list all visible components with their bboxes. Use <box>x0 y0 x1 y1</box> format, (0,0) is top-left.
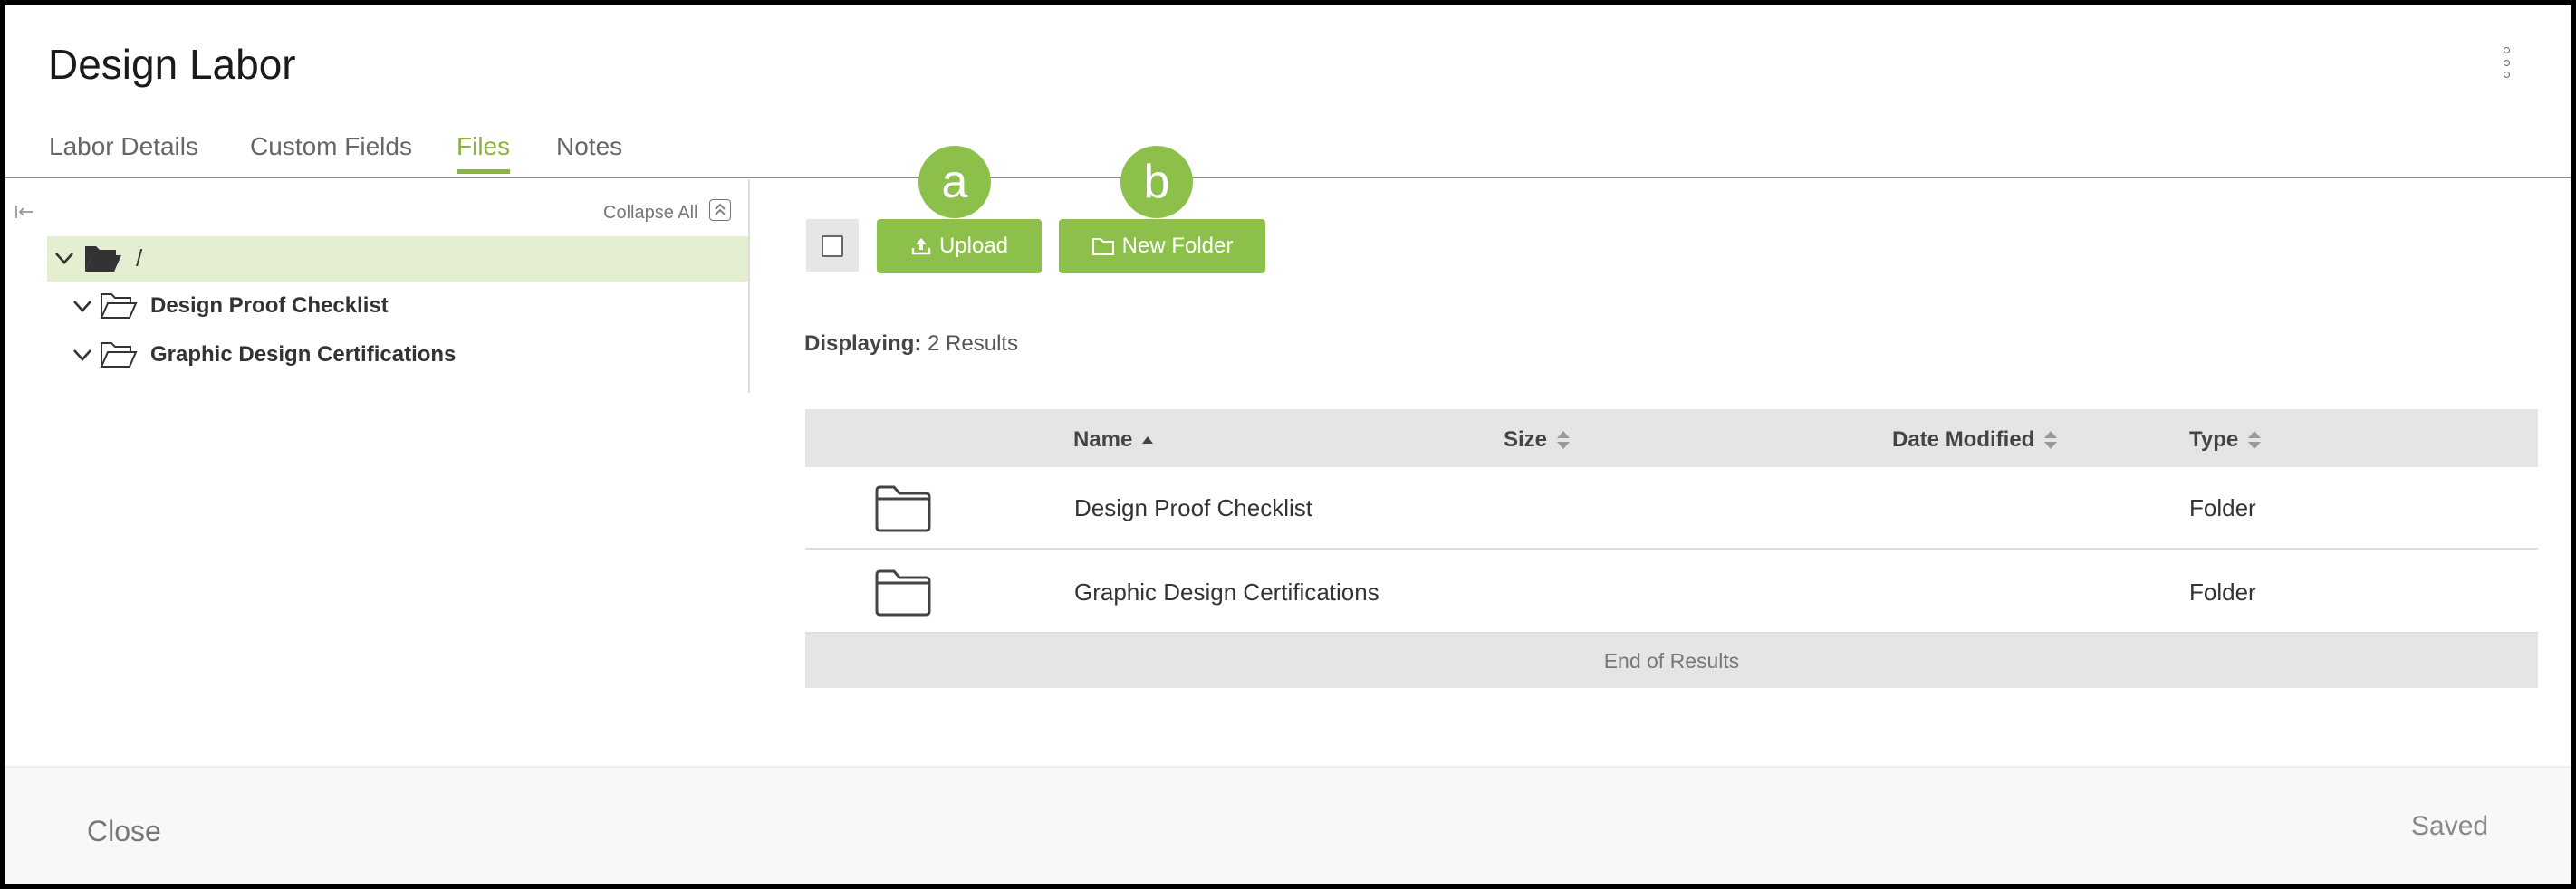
folder-icon <box>875 485 931 532</box>
column-header-name[interactable]: Name <box>1073 427 1154 453</box>
table-row[interactable]: Design Proof Checklist Folder <box>805 467 2538 550</box>
collapse-all-icon[interactable] <box>709 199 731 221</box>
folder-icon <box>875 569 931 617</box>
sort-icon <box>2248 431 2262 449</box>
file-type: Folder <box>2189 494 2256 521</box>
dialog: Design Labor Labor Details Custom Fields… <box>5 5 2571 884</box>
kebab-menu-icon[interactable] <box>2500 47 2513 78</box>
column-header-label: Type <box>2189 427 2239 452</box>
tree-item-graphic-design-certifications[interactable]: Graphic Design Certifications <box>71 339 456 370</box>
tree-item-root[interactable]: / <box>53 243 142 273</box>
chevron-down-icon[interactable] <box>71 294 94 318</box>
tab-notes[interactable]: Notes <box>556 132 622 170</box>
upload-icon <box>911 238 931 255</box>
tree-item-label: Design Proof Checklist <box>150 293 389 318</box>
chevron-down-icon[interactable] <box>53 246 76 270</box>
tab-custom-fields[interactable]: Custom Fields <box>250 132 412 170</box>
footer: Close Saved <box>5 768 2571 884</box>
column-header-date-modified[interactable]: Date Modified <box>1892 427 2058 453</box>
callout-badge-a: a <box>918 146 991 218</box>
column-header-label: Date Modified <box>1892 427 2035 452</box>
collapse-all-label[interactable]: Collapse All <box>603 203 698 224</box>
column-header-type[interactable]: Type <box>2189 427 2262 453</box>
column-header-size[interactable]: Size <box>1504 427 1571 453</box>
upload-button-label: Upload <box>938 234 1009 258</box>
tab-files-label: Files <box>457 132 511 160</box>
new-folder-button[interactable]: New Folder <box>1059 219 1265 273</box>
results-count-label: Displaying: <box>804 331 922 356</box>
sort-ascending-icon <box>1142 436 1154 444</box>
folder-open-icon <box>100 293 138 319</box>
tree-root-label: / <box>136 244 143 272</box>
collapse-panel-icon[interactable] <box>14 203 34 221</box>
tree-divider <box>748 179 750 393</box>
file-name[interactable]: Graphic Design Certifications <box>1074 578 1379 607</box>
results-count: Displaying: 2 Results <box>804 331 1018 357</box>
close-button[interactable]: Close <box>87 815 161 848</box>
sort-icon <box>1557 431 1571 449</box>
results-count-value: 2 Results <box>928 331 1019 356</box>
tab-divider <box>5 177 2571 178</box>
tree-item-label: Graphic Design Certifications <box>150 342 457 367</box>
column-header-label: Name <box>1073 427 1133 452</box>
table-row[interactable]: Graphic Design Certifications Folder <box>805 551 2538 634</box>
select-all-checkbox[interactable] <box>822 235 843 257</box>
file-type: Folder <box>2189 578 2256 606</box>
callout-badge-b: b <box>1120 146 1193 218</box>
save-status: Saved <box>2411 811 2489 841</box>
table-header: Name Size Date Modified Type <box>805 409 2538 467</box>
folder-open-icon <box>85 246 121 272</box>
tree-item-design-proof-checklist[interactable]: Design Proof Checklist <box>71 291 389 321</box>
active-tab-indicator <box>457 169 511 174</box>
tree-root-row[interactable] <box>47 236 748 282</box>
chevron-down-icon[interactable] <box>71 343 94 367</box>
column-header-label: Size <box>1504 427 1548 452</box>
page-title: Design Labor <box>48 41 296 88</box>
folder-icon <box>1091 238 1114 255</box>
tab-files[interactable]: Files <box>457 132 511 174</box>
upload-button[interactable]: Upload <box>877 219 1042 273</box>
sort-icon <box>2044 431 2058 449</box>
tab-labor-details[interactable]: Labor Details <box>49 132 198 170</box>
file-name[interactable]: Design Proof Checklist <box>1074 494 1312 522</box>
new-folder-button-label: New Folder <box>1121 234 1234 258</box>
end-of-results: End of Results <box>805 634 2538 688</box>
folder-open-icon <box>100 342 138 368</box>
